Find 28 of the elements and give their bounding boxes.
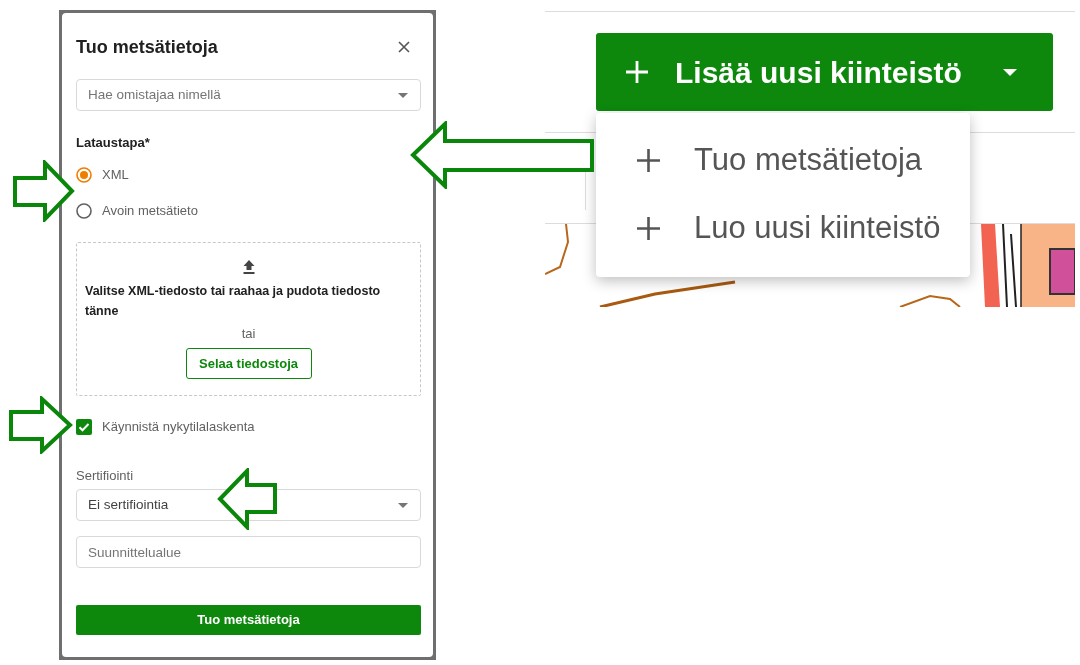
file-drop-zone[interactable]: Valitse XML-tiedosto tai raahaa ja pudota tiedosto tänne tai Selaa tiedostoja (76, 242, 421, 396)
checkbox[interactable] (76, 419, 92, 435)
browse-files-button[interactable]: Selaa tiedostoja (185, 348, 312, 379)
radio-button[interactable] (76, 203, 92, 219)
caret-icon (398, 92, 408, 98)
separator-text: tai (241, 325, 256, 343)
upload-icon (241, 259, 256, 275)
plus-icon (625, 60, 649, 84)
close-icon (398, 41, 410, 53)
outline-arrow-icon (217, 468, 277, 530)
radio-label: XML (102, 166, 129, 185)
plus-icon (636, 215, 661, 241)
field-label: Sertifiointi (76, 467, 134, 485)
radio-button[interactable] (76, 167, 92, 183)
submit-button[interactable]: Tuo metsätietoja (76, 605, 421, 635)
drop-zone-instructions: Valitse XML-tiedosto tai raahaa ja pudota tiedosto tänne (85, 283, 382, 320)
checkbox-label: Käynnistä nykytilalaskenta (102, 418, 255, 437)
caret-icon (398, 502, 408, 508)
caret-icon (1003, 68, 1017, 76)
add-property-button[interactable]: Lisää uusi kiinteistö (596, 33, 1053, 111)
section-label: Lataustapa* (76, 134, 150, 152)
dialog-title: Tuo metsätietoja (76, 36, 218, 59)
menu-item[interactable]: Luo uusi kiinteistö (596, 194, 970, 262)
owner-search-field[interactable]: Hae omistajaa nimellä (76, 79, 421, 111)
plus-icon (636, 147, 661, 173)
menu-item[interactable]: Tuo metsätietoja (596, 126, 970, 194)
planning-area-field[interactable]: Suunnittelualue (76, 536, 421, 568)
radio-label: Avoin metsätieto (102, 202, 198, 221)
